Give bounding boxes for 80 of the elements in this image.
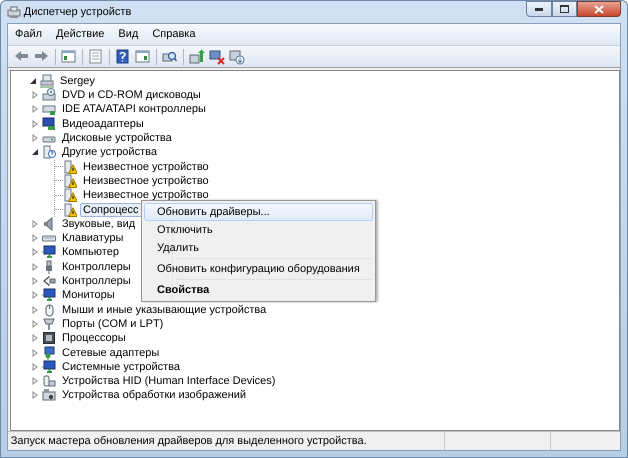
update-driver-button[interactable] (187, 48, 207, 66)
tree-item[interactable]: Порты (COM и LPT) (59, 316, 166, 331)
menu-item[interactable]: Обновить конфигурацию оборудования (144, 260, 373, 278)
status-text: Запуск мастера обновления драйверов для выделенного устройства. (10, 434, 368, 449)
minimize-icon (535, 8, 543, 10)
close-icon (594, 4, 604, 14)
unknown-device-icon (42, 145, 56, 160)
tree-item[interactable]: Мониторы (59, 288, 118, 302)
disc-drive-icon (42, 88, 56, 102)
tree-item[interactable]: Другие устройства (59, 145, 160, 160)
menu-item[interactable]: Удалить (144, 239, 373, 257)
tree-item[interactable]: Процессоры (59, 331, 129, 346)
maximize-button[interactable] (552, 1, 577, 17)
tree-item[interactable]: DVD и CD-ROM дисководы (59, 88, 204, 102)
port-icon (42, 316, 56, 331)
tree-item[interactable]: Неизвестное устройство (80, 174, 212, 188)
menu-item[interactable]: Файл (8, 23, 50, 46)
tree-item[interactable]: Контроллеры (59, 260, 134, 274)
tree-item[interactable]: Устройства HID (Human Interface Devices) (59, 374, 278, 388)
tree-item[interactable]: Звуковые, вид (59, 216, 138, 231)
expand-toggle[interactable] (31, 134, 40, 143)
expand-toggle[interactable] (31, 262, 40, 272)
warning-device-icon (63, 188, 77, 202)
tree-item[interactable]: Видеоадаптеры (59, 116, 147, 131)
expand-toggle[interactable] (31, 290, 40, 300)
tree-item[interactable]: Системные устройства (59, 360, 184, 374)
tree-item[interactable]: Неизвестное устройство (80, 188, 212, 202)
minimize-button[interactable] (526, 1, 552, 17)
tree-item[interactable]: Сопроцесс (80, 202, 142, 217)
expand-toggle[interactable] (31, 305, 40, 314)
display-adapter-icon (42, 116, 56, 131)
tree-item[interactable]: IDE ATA/ATAPI контроллеры (59, 102, 209, 116)
tree-item[interactable]: Сетевые адаптеры (59, 346, 162, 360)
expand-toggle[interactable] (31, 248, 40, 257)
hid-device-icon (42, 374, 56, 388)
menu-item[interactable]: Действие (49, 23, 112, 46)
collapse-toggle[interactable] (31, 148, 40, 157)
collapse-toggle[interactable] (29, 76, 38, 86)
menu-item[interactable]: Свойства (144, 281, 373, 299)
menu-item[interactable]: Отключить (144, 221, 373, 239)
expand-toggle[interactable] (31, 376, 40, 386)
computer-icon (40, 74, 54, 88)
processor-icon (42, 331, 56, 346)
menu-item[interactable]: Справка (145, 23, 202, 46)
tree-item[interactable]: Дисковые устройства (59, 131, 175, 146)
menu-item[interactable]: Обновить драйверы... (144, 203, 373, 221)
expand-toggle[interactable] (31, 348, 40, 358)
tree-item[interactable]: Клавиатуры (59, 231, 126, 246)
expand-toggle[interactable] (31, 234, 40, 243)
warning-device-icon (63, 202, 77, 217)
disable-device-button[interactable] (227, 48, 247, 66)
tree-item[interactable]: Мыши и иные указывающие устройства (59, 302, 270, 317)
tree-item[interactable]: Неизвестное устройство (80, 160, 212, 174)
expand-toggle[interactable] (31, 390, 40, 400)
tree-item[interactable]: Компьютер (59, 245, 122, 260)
storage-controller-icon (42, 274, 56, 288)
tree-item[interactable]: Устройства обработки изображений (59, 388, 250, 402)
expand-toggle[interactable] (31, 319, 40, 328)
expand-toggle[interactable] (31, 362, 40, 372)
menu-item[interactable]: Вид (111, 23, 146, 46)
maximize-icon (560, 5, 569, 13)
expand-toggle[interactable] (31, 276, 40, 286)
warning-device-icon (63, 174, 77, 188)
camera-icon (42, 388, 56, 402)
expand-toggle[interactable] (31, 104, 40, 114)
monitor-icon (42, 245, 56, 260)
tree-item[interactable]: Sergey (57, 74, 98, 88)
monitor-icon (42, 288, 56, 302)
expand-toggle[interactable] (31, 219, 40, 228)
uninstall-button[interactable] (207, 48, 227, 66)
monitor-icon (42, 360, 56, 374)
expand-toggle[interactable] (31, 334, 40, 343)
window-title: Диспетчер устройств (24, 4, 132, 20)
warning-device-icon (63, 160, 77, 174)
expand-toggle[interactable] (31, 119, 40, 128)
network-adapter-icon (42, 346, 56, 360)
expand-toggle[interactable] (31, 90, 40, 100)
close-button[interactable] (577, 1, 621, 17)
tree-item[interactable]: Контроллеры (59, 274, 134, 288)
device-manager-icon (7, 6, 21, 18)
